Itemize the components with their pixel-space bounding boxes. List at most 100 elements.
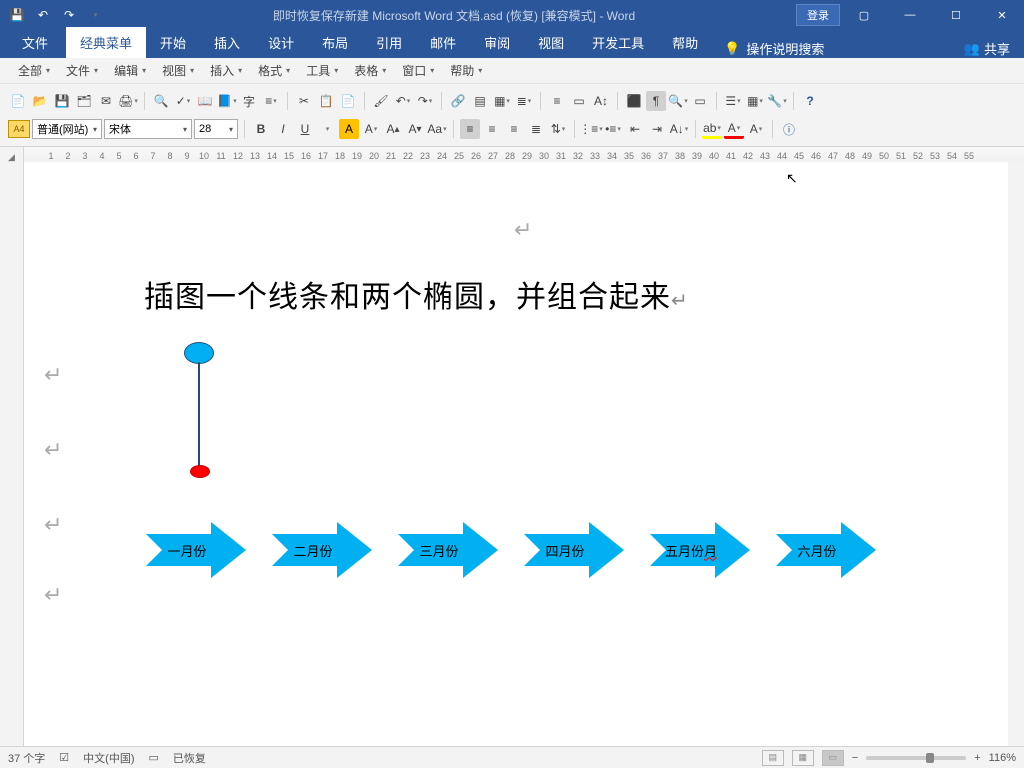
undo-icon[interactable]: ↶ <box>393 91 413 111</box>
chart-icon[interactable]: ▭ <box>569 91 589 111</box>
new-icon[interactable]: 📄 <box>8 91 28 111</box>
showmarks-icon[interactable]: ⬛ <box>624 91 644 111</box>
tab-references[interactable]: 引用 <box>362 27 416 58</box>
italic-icon[interactable]: I <box>273 119 293 139</box>
zoom-in-icon[interactable]: + <box>974 752 980 764</box>
undo-icon[interactable]: ↶ <box>32 4 54 26</box>
font-effects-icon[interactable]: A <box>361 119 381 139</box>
ruler-vertical[interactable] <box>0 162 24 746</box>
redo-icon[interactable]: ↷ <box>415 91 435 111</box>
preview-icon[interactable]: 🔍 <box>151 91 171 111</box>
bookmark-icon[interactable]: ▤ <box>470 91 490 111</box>
shading-icon[interactable]: A <box>746 119 766 139</box>
arrow-shape-2[interactable]: 二月份 <box>272 522 372 578</box>
gridlines-icon[interactable]: ¶ <box>646 91 666 111</box>
qat-customize-icon[interactable] <box>84 4 106 26</box>
shape-oval-blue[interactable] <box>184 342 214 364</box>
translate-icon[interactable]: 字 <box>239 91 259 111</box>
arrow-shape-6[interactable]: 六月份 <box>776 522 876 578</box>
grow-font-icon[interactable]: A▴ <box>383 119 403 139</box>
table-insert-icon[interactable]: ▦ <box>492 91 512 111</box>
saveall-icon[interactable]: 🗂 <box>74 91 94 111</box>
save-icon[interactable]: 💾 <box>52 91 72 111</box>
minimize-icon[interactable]: — <box>888 0 932 30</box>
sb-track-icon[interactable]: ▭ <box>149 751 159 764</box>
arrow-shape-4[interactable]: 四月份 <box>524 522 624 578</box>
document-page[interactable]: ↵ 插图一个线条和两个椭圆，并组合起来↵ ↵ ↵ ↵ ↵ 一月份 二月份 三月份… <box>24 162 1024 746</box>
arrow-shape-3[interactable]: 三月份 <box>398 522 498 578</box>
cm-help[interactable]: 帮助 <box>442 62 490 79</box>
thesaurus-icon[interactable]: 📘 <box>217 91 237 111</box>
cm-tools[interactable]: 工具 <box>298 62 346 79</box>
research-icon[interactable]: 📖 <box>195 91 215 111</box>
format-painter-icon[interactable]: 🖌 <box>371 91 391 111</box>
zoom-out-icon[interactable]: − <box>852 752 858 764</box>
sb-proofing-icon[interactable]: ☑ <box>59 751 69 764</box>
align-center-icon[interactable]: ≡ <box>482 119 502 139</box>
font-size-select[interactable]: 28 <box>194 119 238 139</box>
view-web-icon[interactable]: ▭ <box>822 750 844 766</box>
tab-mail[interactable]: 邮件 <box>416 27 470 58</box>
tab-view[interactable]: 视图 <box>524 27 578 58</box>
scrollbar-vertical[interactable] <box>1008 162 1024 746</box>
highlight-a-icon[interactable]: A <box>339 119 359 139</box>
shrink-font-icon[interactable]: A▾ <box>405 119 425 139</box>
sb-word-count[interactable]: 37 个字 <box>8 750 45 766</box>
maximize-icon[interactable]: ☐ <box>934 0 978 30</box>
drawing-icon[interactable]: ≡ <box>547 91 567 111</box>
tab-home[interactable]: 开始 <box>146 27 200 58</box>
spell-icon[interactable]: ✓ <box>173 91 193 111</box>
tab-design[interactable]: 设计 <box>254 27 308 58</box>
cm-edit[interactable]: 编辑 <box>106 62 154 79</box>
tellme-label[interactable]: 操作说明搜索 <box>746 39 824 58</box>
doc-map-icon[interactable]: ▭ <box>690 91 710 111</box>
change-case-icon[interactable]: Aa <box>427 119 447 139</box>
sort-icon[interactable]: A↓ <box>669 119 689 139</box>
tab-help[interactable]: 帮助 <box>658 27 712 58</box>
bold-icon[interactable]: B <box>251 119 271 139</box>
zoom-value[interactable]: 116% <box>989 752 1016 764</box>
paste-icon[interactable]: 📄 <box>338 91 358 111</box>
columns-icon[interactable]: ≣ <box>514 91 534 111</box>
open-icon[interactable]: 📂 <box>30 91 50 111</box>
cm-file[interactable]: 文件 <box>58 62 106 79</box>
share-button[interactable]: 👥 共享 <box>964 39 1010 58</box>
save-icon[interactable]: 💾 <box>6 4 28 26</box>
arrow-shape-5[interactable]: 五月份月 <box>650 522 750 578</box>
cut-icon[interactable]: ✂ <box>294 91 314 111</box>
underline-style-icon[interactable] <box>317 119 337 139</box>
sb-language[interactable]: 中文(中国) <box>83 750 134 766</box>
close-icon[interactable]: ✕ <box>980 0 1024 30</box>
cm-format[interactable]: 格式 <box>250 62 298 79</box>
align-left-icon[interactable]: ≡ <box>460 119 480 139</box>
line-spacing-icon[interactable]: ⇅ <box>548 119 568 139</box>
justify-icon[interactable]: ≣ <box>526 119 546 139</box>
align-right-icon[interactable]: ≡ <box>504 119 524 139</box>
tab-file[interactable]: 文件 <box>4 27 66 58</box>
hyperlink-icon[interactable]: 🔗 <box>448 91 468 111</box>
tab-insert[interactable]: 插入 <box>200 27 254 58</box>
options-icon[interactable]: 🔧 <box>767 91 787 111</box>
ribbon-display-icon[interactable]: ▢ <box>842 0 886 30</box>
print-icon[interactable]: 🖨 <box>118 91 138 111</box>
copy-icon[interactable]: 📋 <box>316 91 336 111</box>
tab-review[interactable]: 审阅 <box>470 27 524 58</box>
redo-icon[interactable]: ↷ <box>58 4 80 26</box>
shape-oval-red[interactable] <box>190 465 210 478</box>
numbering-icon[interactable]: ⋮≡ <box>581 119 601 139</box>
bullets-icon[interactable]: •≡ <box>603 119 623 139</box>
login-button[interactable]: 登录 <box>796 4 840 26</box>
zoom-slider[interactable] <box>866 756 966 760</box>
highlight-icon[interactable]: ab <box>702 119 722 139</box>
dec-indent-icon[interactable]: ⇤ <box>625 119 645 139</box>
info-icon[interactable]: ⓘ <box>779 119 799 139</box>
tab-dev[interactable]: 开发工具 <box>578 27 658 58</box>
inc-indent-icon[interactable]: ⇥ <box>647 119 667 139</box>
zoom-icon[interactable]: 🔍 <box>668 91 688 111</box>
cm-table[interactable]: 表格 <box>346 62 394 79</box>
tools-icon[interactable]: ▦ <box>745 91 765 111</box>
macros-icon[interactable]: ☰ <box>723 91 743 111</box>
tab-layout[interactable]: 布局 <box>308 27 362 58</box>
cm-window[interactable]: 窗口 <box>394 62 442 79</box>
help-icon[interactable]: ? <box>800 91 820 111</box>
